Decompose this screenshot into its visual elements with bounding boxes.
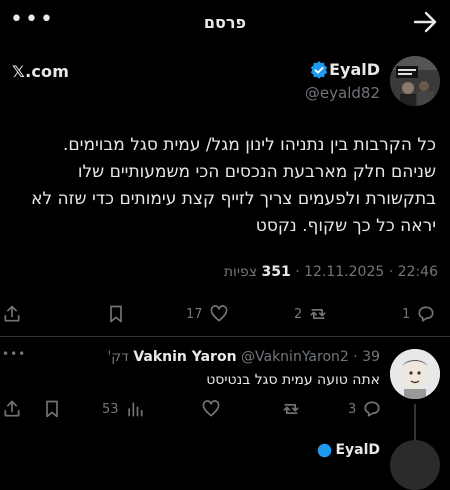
- repost-count: 2: [294, 306, 303, 322]
- meta-separator: ·: [295, 264, 300, 280]
- reply-button[interactable]: 1: [402, 300, 436, 328]
- reply-view-count: 53: [102, 401, 119, 417]
- views-icon: [127, 402, 143, 417]
- reply-text: אתה טועה עמית סגל בנטיסט: [206, 372, 380, 388]
- meta-separator: ·: [353, 349, 358, 365]
- back-arrow-icon: [413, 11, 437, 33]
- share-icon: [4, 400, 20, 417]
- next-reply-avatar[interactable]: [390, 440, 440, 490]
- avatar[interactable]: [390, 56, 440, 106]
- bookmark-icon: [110, 305, 122, 323]
- share-button[interactable]: [2, 300, 22, 328]
- meta-separator: ·: [388, 264, 394, 280]
- verified-icon: [310, 61, 328, 79]
- reply-author-handle[interactable]: @VakninYaron2: [241, 349, 349, 365]
- share-icon: [4, 305, 20, 322]
- repost-icon: [283, 404, 299, 414]
- like-button[interactable]: 17: [186, 300, 229, 328]
- like-count: 17: [186, 306, 203, 322]
- like-icon: [210, 305, 227, 322]
- reply-avatar-photo: [390, 349, 440, 399]
- verified-icon: [317, 443, 332, 458]
- thread-line: [414, 404, 416, 442]
- like-icon: [202, 400, 220, 417]
- reply-repost-button[interactable]: [281, 395, 301, 423]
- reply-bookmark-button[interactable]: [42, 395, 62, 423]
- reply-views-button[interactable]: 53: [102, 395, 145, 423]
- reply-reply-button[interactable]: 3: [348, 395, 382, 423]
- next-reply-author-name[interactable]: EyalD: [335, 442, 380, 458]
- avatar-photo: [390, 56, 440, 106]
- author-handle[interactable]: @eyald82: [305, 84, 380, 102]
- views-label: צפיות: [223, 264, 258, 280]
- reply-author-name[interactable]: Vaknin Yaron: [133, 349, 236, 365]
- repost-button[interactable]: 2: [294, 300, 328, 328]
- reply-more-button[interactable]: •••: [2, 347, 26, 361]
- reply-icon: [418, 306, 434, 322]
- divider: [0, 336, 450, 337]
- page-title: פרסם: [203, 13, 247, 32]
- bookmark-icon: [46, 400, 58, 418]
- bookmark-button[interactable]: [106, 300, 126, 328]
- reply-count: 1: [402, 306, 411, 322]
- post-meta: 22:46 · 12.11.2025 · 351 צפיות: [224, 264, 438, 280]
- repost-icon: [310, 309, 326, 319]
- reply-header: Vaknin Yaron @VakninYaron2 · 39 דק': [107, 349, 380, 365]
- reply-share-button[interactable]: [2, 395, 22, 423]
- post-time: 22:46: [397, 264, 438, 280]
- reply-avatar[interactable]: [390, 349, 440, 399]
- back-button[interactable]: [412, 8, 438, 36]
- view-count: 351: [261, 264, 291, 280]
- reply-like-button[interactable]: [201, 395, 221, 423]
- reply-icon: [364, 401, 380, 417]
- reply-reply-count: 3: [348, 401, 357, 417]
- post-date: 12.11.2025: [304, 264, 385, 280]
- post-text: כל הקרבות בין נתניהו לינון מגל/ עמית סגל…: [31, 135, 436, 236]
- source-link[interactable]: 𝕏.com: [12, 62, 69, 81]
- author-name[interactable]: EyalD: [329, 60, 380, 79]
